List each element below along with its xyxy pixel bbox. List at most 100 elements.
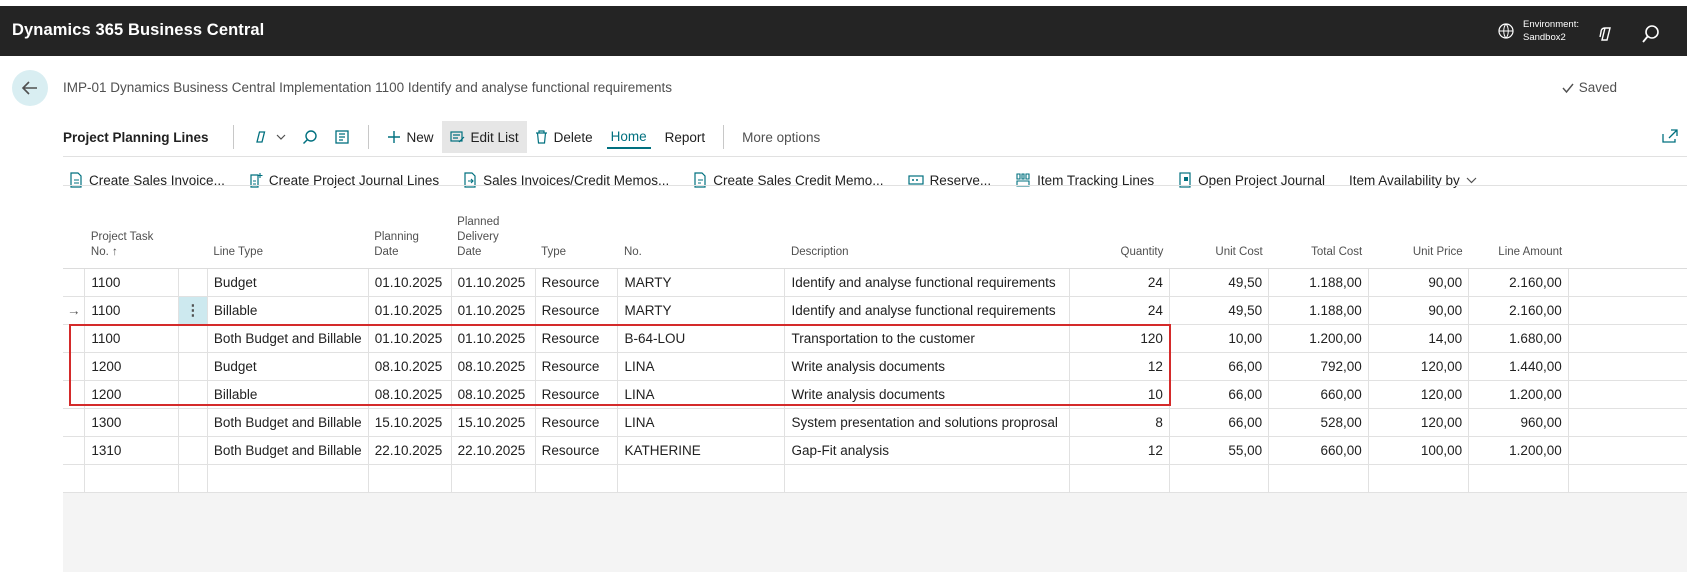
- row-selector[interactable]: [63, 464, 85, 493]
- cell-project-task-no[interactable]: [84, 464, 179, 493]
- cell-type[interactable]: Resource: [534, 268, 618, 297]
- column-header-total-cost[interactable]: Total Cost: [1268, 203, 1369, 269]
- search-icon[interactable]: [1640, 23, 1662, 45]
- table-row[interactable]: → 1100 ⋮ Billable 01.10.2025 01.10.2025 Resour…: [63, 296, 1687, 325]
- cell-line-amount[interactable]: 1.440,00: [1468, 352, 1569, 381]
- cell-planned-delivery-date[interactable]: 01.10.2025: [450, 296, 536, 325]
- environment-indicator[interactable]: Environment: Sandbox2: [1497, 18, 1579, 44]
- cell-total-cost[interactable]: 660,00: [1268, 380, 1369, 409]
- row-menu-cell[interactable]: ⋮: [177, 296, 208, 325]
- cell-planned-delivery-date[interactable]: [450, 464, 536, 493]
- new-button[interactable]: New: [379, 121, 442, 153]
- copilot-icon[interactable]: [1595, 23, 1617, 45]
- row-menu-cell[interactable]: [177, 436, 208, 465]
- row-selector[interactable]: [63, 268, 85, 297]
- cell-description[interactable]: Identify and analyse functional requirem…: [784, 296, 1070, 325]
- cell-quantity[interactable]: 24: [1069, 268, 1170, 297]
- app-title[interactable]: Dynamics 365 Business Central: [12, 21, 264, 40]
- column-header-planning-date[interactable]: Planning Date: [368, 203, 452, 269]
- cell-project-task-no[interactable]: 1100: [84, 296, 179, 325]
- cell-line-amount[interactable]: 1.680,00: [1468, 324, 1569, 353]
- column-header-no[interactable]: No.: [617, 203, 785, 269]
- back-button[interactable]: [12, 70, 48, 106]
- cell-unit-cost[interactable]: 66,00: [1168, 408, 1269, 437]
- cell-line-amount[interactable]: 1.200,00: [1468, 380, 1569, 409]
- cell-planning-date[interactable]: 15.10.2025: [367, 408, 452, 437]
- column-header-unit-price[interactable]: Unit Price: [1368, 203, 1469, 269]
- row-menu-cell[interactable]: [177, 464, 208, 493]
- cell-no[interactable]: MARTY: [617, 296, 785, 325]
- cell-description[interactable]: Identify and analyse functional requirem…: [784, 268, 1070, 297]
- share-icon[interactable]: [1661, 128, 1679, 144]
- cell-unit-cost[interactable]: 49,50: [1168, 268, 1269, 297]
- cell-unit-cost[interactable]: [1168, 464, 1269, 493]
- cell-total-cost[interactable]: 1.188,00: [1268, 296, 1369, 325]
- cell-quantity[interactable]: 8: [1069, 408, 1170, 437]
- cell-quantity[interactable]: 12: [1069, 436, 1170, 465]
- column-header-line-amount[interactable]: Line Amount: [1468, 203, 1569, 269]
- cell-unit-price[interactable]: 120,00: [1367, 352, 1469, 381]
- cell-line-amount[interactable]: 1.200,00: [1468, 436, 1569, 465]
- column-header-planned-delivery-date[interactable]: Planned Delivery Date: [451, 203, 536, 269]
- table-row[interactable]: 1300 Both Budget and Billable 15.10.2025 15…: [63, 408, 1687, 437]
- row-menu-cell[interactable]: [177, 268, 208, 297]
- cell-unit-price[interactable]: [1367, 464, 1469, 493]
- cell-total-cost[interactable]: 1.200,00: [1268, 324, 1369, 353]
- copilot-menu-button[interactable]: [244, 121, 294, 153]
- row-menu-cell[interactable]: [177, 408, 208, 437]
- cell-project-task-no[interactable]: 1310: [84, 436, 179, 465]
- column-header-quantity[interactable]: Quantity: [1069, 203, 1170, 269]
- cell-unit-price[interactable]: 120,00: [1367, 408, 1469, 437]
- cell-project-task-no[interactable]: 1300: [84, 408, 179, 437]
- cell-type[interactable]: Resource: [534, 408, 618, 437]
- cell-total-cost[interactable]: 528,00: [1268, 408, 1369, 437]
- cell-unit-cost[interactable]: 49,50: [1168, 296, 1269, 325]
- delete-button[interactable]: Delete: [527, 121, 601, 153]
- search-button[interactable]: [294, 121, 326, 153]
- cell-planning-date[interactable]: [367, 464, 452, 493]
- column-header-project-task-no[interactable]: Project Task No. ↑: [84, 203, 179, 269]
- column-header-line-type[interactable]: Line Type: [207, 203, 369, 269]
- cell-unit-cost[interactable]: 66,00: [1168, 380, 1269, 409]
- column-header-type[interactable]: Type: [535, 203, 618, 269]
- cell-line-amount[interactable]: [1468, 464, 1569, 493]
- cell-description[interactable]: Gap-Fit analysis: [784, 436, 1070, 465]
- cell-planning-date[interactable]: 01.10.2025: [367, 296, 452, 325]
- cell-total-cost[interactable]: 1.188,00: [1268, 268, 1369, 297]
- row-selector[interactable]: [63, 408, 85, 437]
- cell-line-type[interactable]: Both Budget and Billable: [206, 436, 369, 465]
- cell-type[interactable]: Resource: [534, 436, 618, 465]
- cell-no[interactable]: [617, 464, 785, 493]
- row-selector[interactable]: [63, 436, 85, 465]
- column-header-description[interactable]: Description: [784, 203, 1070, 269]
- cell-line-amount[interactable]: 960,00: [1468, 408, 1569, 437]
- cell-quantity[interactable]: [1069, 464, 1170, 493]
- cell-unit-price[interactable]: 120,00: [1367, 380, 1469, 409]
- cell-unit-cost[interactable]: 66,00: [1168, 352, 1269, 381]
- cell-unit-cost[interactable]: 55,00: [1168, 436, 1269, 465]
- tab-home[interactable]: Home: [606, 125, 651, 149]
- tab-report[interactable]: Report: [657, 121, 714, 153]
- cell-project-task-no[interactable]: 1100: [84, 268, 179, 297]
- cell-description[interactable]: System presentation and solutions propro…: [784, 408, 1070, 437]
- cell-unit-price[interactable]: 100,00: [1367, 436, 1469, 465]
- more-options-button[interactable]: More options: [734, 121, 828, 153]
- cell-line-type[interactable]: Both Budget and Billable: [206, 408, 369, 437]
- cell-total-cost[interactable]: [1268, 464, 1369, 493]
- cell-line-amount[interactable]: 2.160,00: [1468, 296, 1569, 325]
- cell-unit-price[interactable]: 90,00: [1367, 268, 1469, 297]
- cell-planned-delivery-date[interactable]: 22.10.2025: [450, 436, 536, 465]
- cell-total-cost[interactable]: 792,00: [1268, 352, 1369, 381]
- cell-quantity[interactable]: 24: [1069, 296, 1170, 325]
- edit-list-button[interactable]: Edit List: [441, 121, 527, 153]
- cell-no[interactable]: MARTY: [617, 268, 785, 297]
- cell-unit-price[interactable]: 90,00: [1367, 296, 1469, 325]
- cell-line-amount[interactable]: 2.160,00: [1468, 268, 1569, 297]
- cell-total-cost[interactable]: 660,00: [1268, 436, 1369, 465]
- cell-type[interactable]: [534, 464, 618, 493]
- cell-no[interactable]: KATHERINE: [617, 436, 785, 465]
- filter-pane-button[interactable]: [326, 121, 358, 153]
- cell-planned-delivery-date[interactable]: 15.10.2025: [450, 408, 536, 437]
- cell-description[interactable]: [784, 464, 1070, 493]
- column-header-unit-cost[interactable]: Unit Cost: [1169, 203, 1269, 269]
